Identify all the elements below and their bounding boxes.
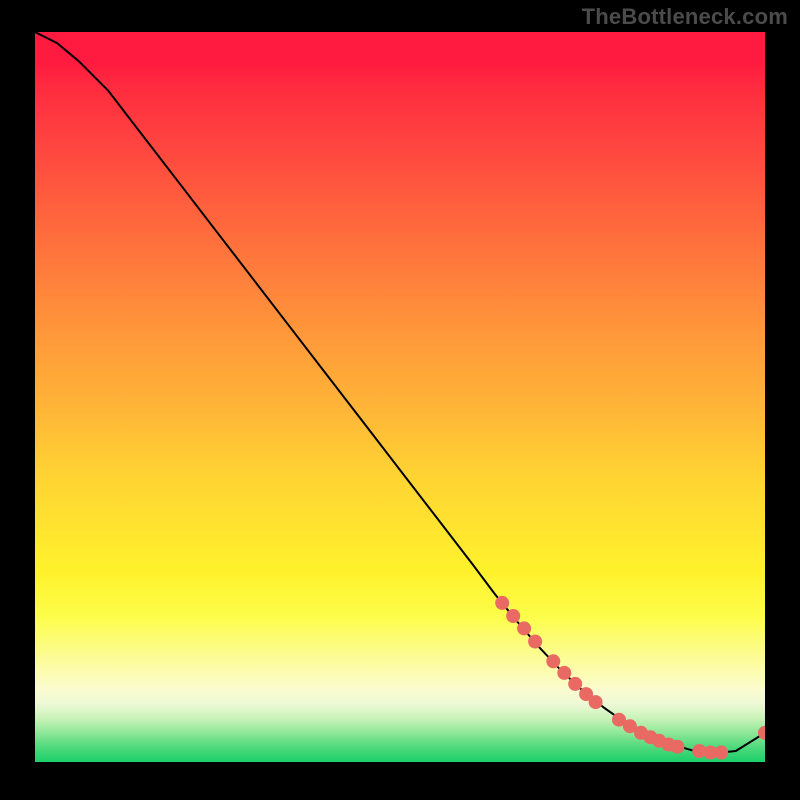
marker-dot	[528, 635, 542, 649]
marker-dot	[495, 596, 509, 610]
chart-svg	[35, 32, 765, 762]
marker-dot	[589, 695, 603, 709]
marker-dot	[568, 677, 582, 691]
highlighted-points-group	[495, 596, 765, 760]
bottleneck-curve-line	[35, 32, 765, 753]
plot-area	[35, 32, 765, 762]
watermark-text: TheBottleneck.com	[582, 4, 788, 30]
marker-dot	[546, 654, 560, 668]
marker-dot	[670, 740, 684, 754]
marker-dot	[506, 609, 520, 623]
marker-dot	[517, 621, 531, 635]
marker-dot	[557, 666, 571, 680]
chart-stage: TheBottleneck.com	[0, 0, 800, 800]
marker-dot	[714, 746, 728, 760]
marker-dot	[758, 726, 765, 740]
